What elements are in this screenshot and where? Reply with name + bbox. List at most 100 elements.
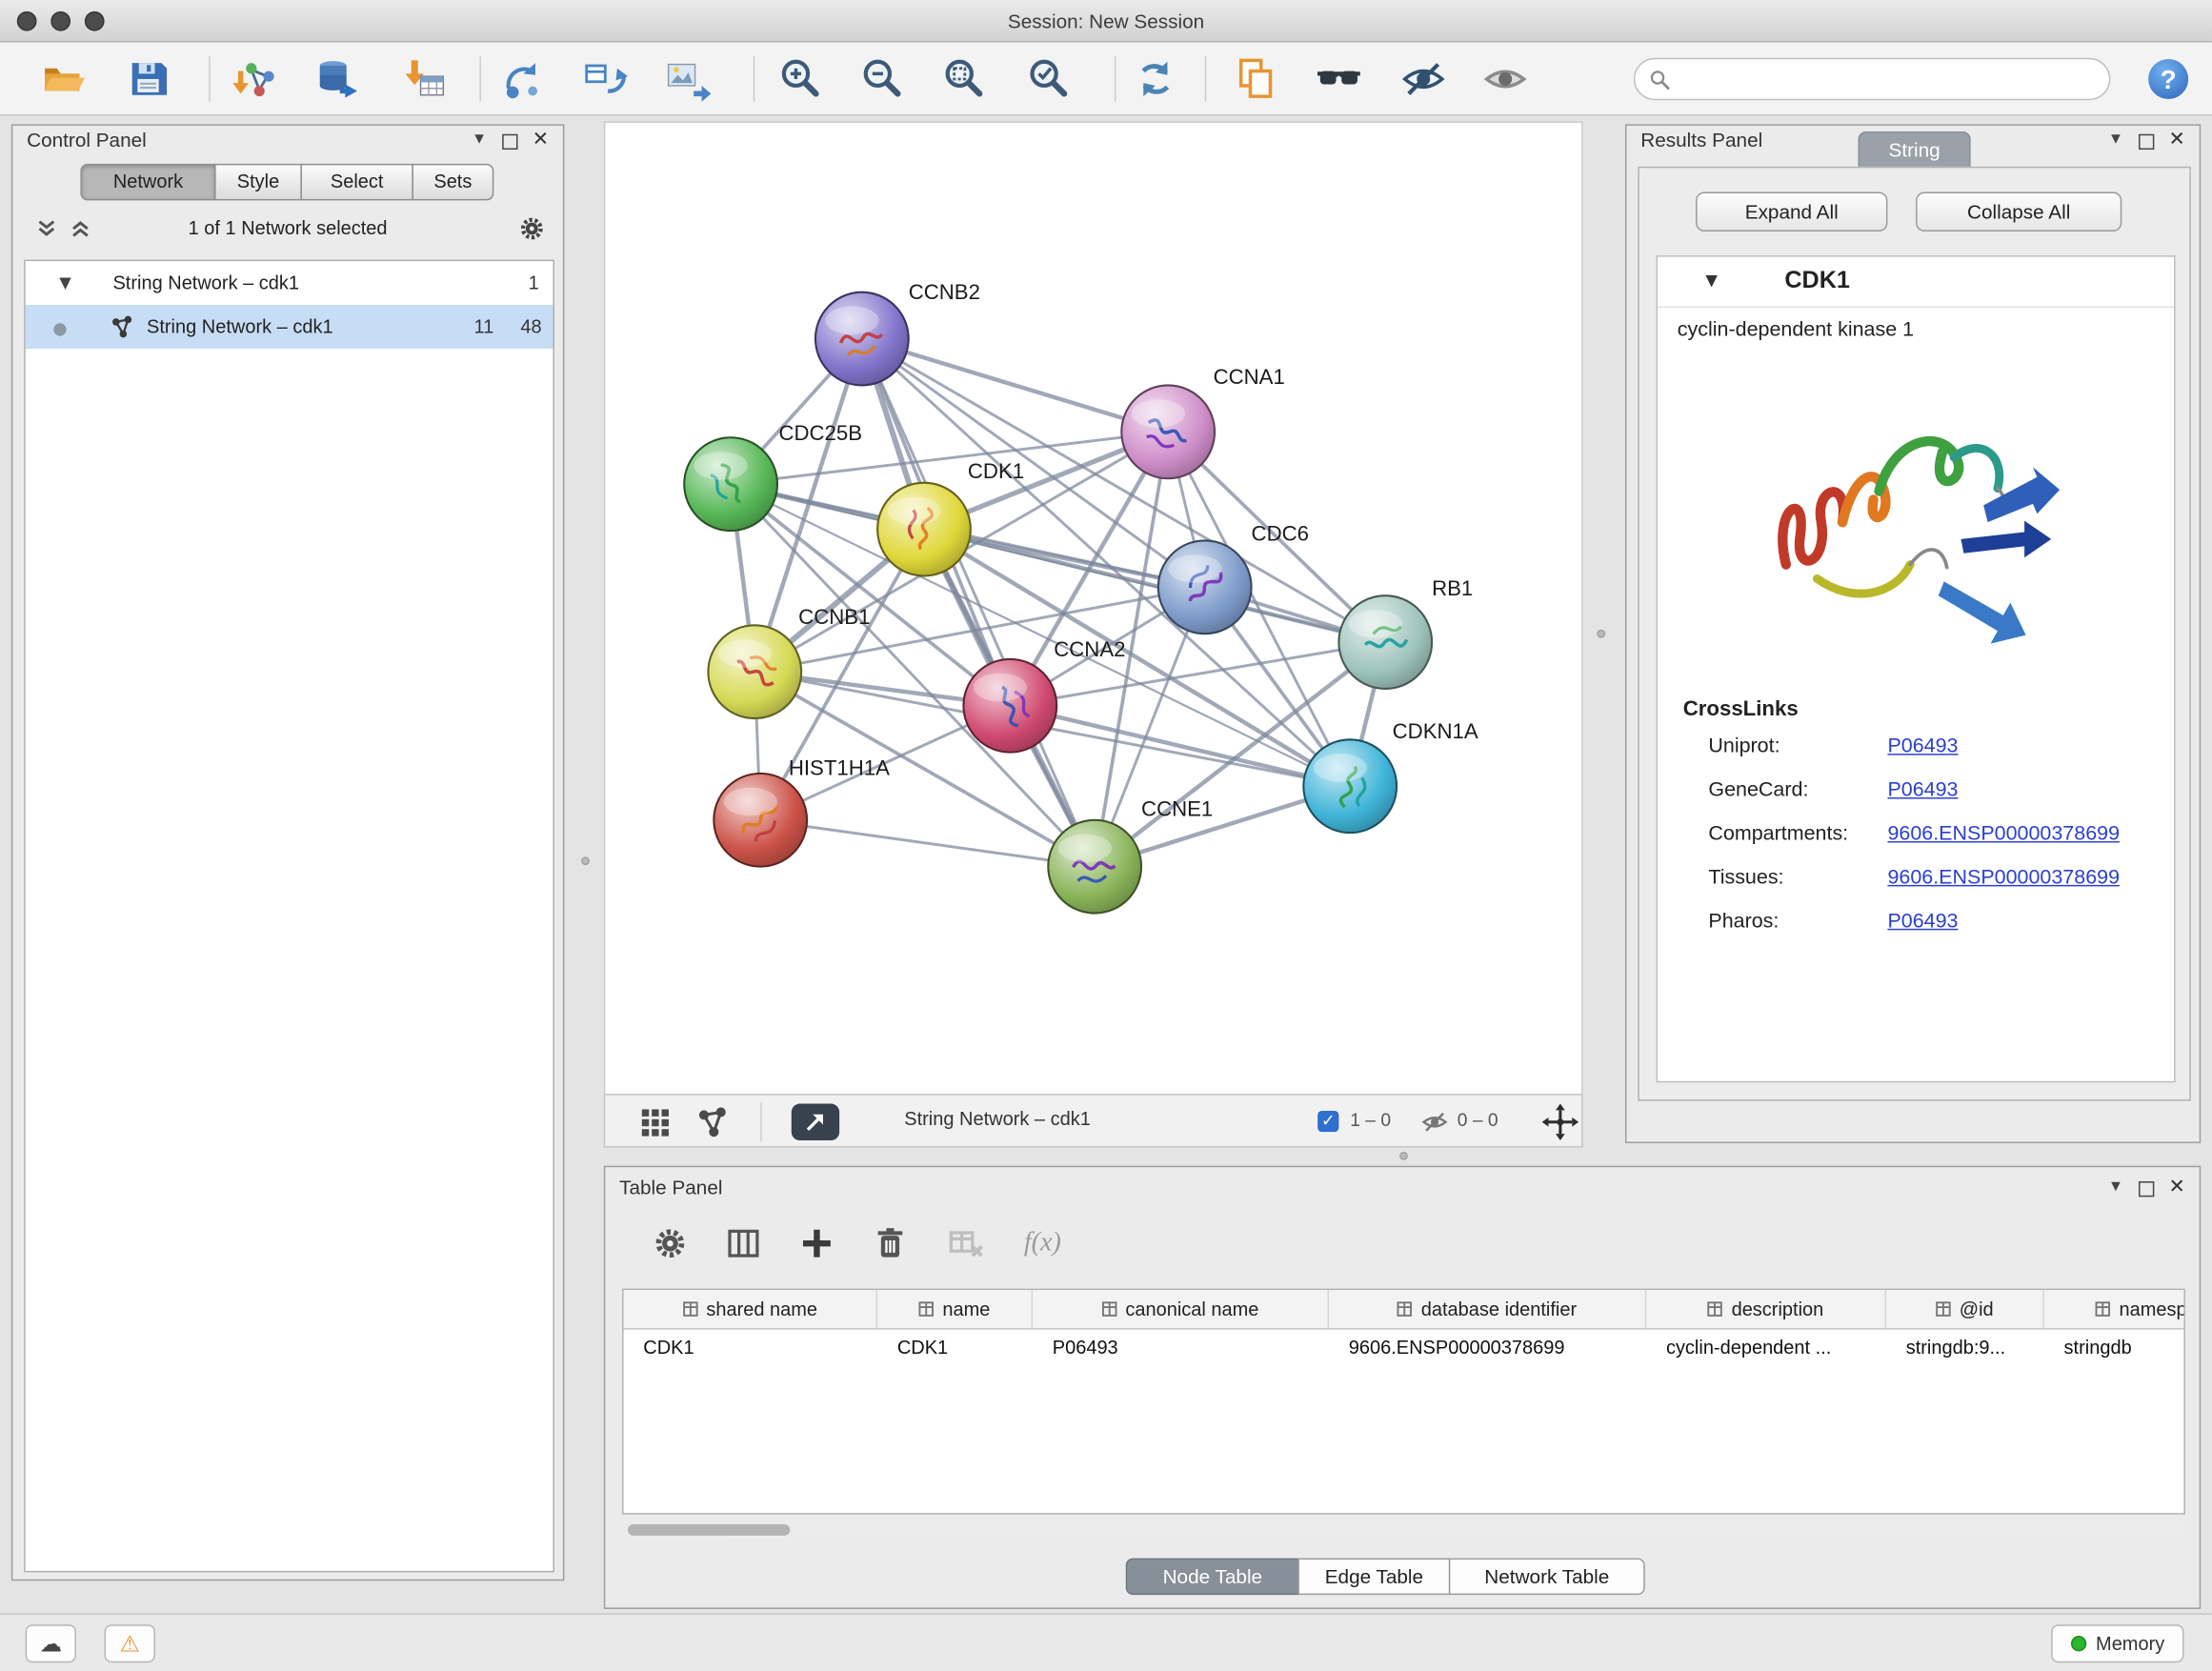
column-header[interactable]: name — [877, 1290, 1033, 1328]
collapse-all-button[interactable]: Collapse All — [1916, 191, 2122, 231]
zoom-out-icon[interactable] — [855, 52, 908, 106]
hide-selected-eye-slash-icon[interactable] — [1397, 52, 1450, 106]
tab-edge-table[interactable]: Edge Table — [1297, 1559, 1450, 1596]
help-icon[interactable]: ? — [2142, 52, 2195, 106]
gene-section-header[interactable]: ▼ CDK1 — [1658, 257, 2174, 308]
column-header[interactable]: database identifier — [1329, 1290, 1646, 1328]
copy-document-icon[interactable] — [1230, 52, 1283, 106]
selection-checkbox-icon[interactable]: ✓ — [1317, 1111, 1338, 1132]
tab-style[interactable]: Style — [214, 164, 302, 201]
show-all-eye-icon[interactable] — [1478, 52, 1532, 106]
network-node-RB1[interactable]: RB1 — [1338, 576, 1473, 689]
network-canvas[interactable]: CCNB2CCNA1CDC25BCDK1CDC6RB1CCNB1CCNA2CDK… — [604, 121, 1583, 1094]
memory-button[interactable]: Memory — [2051, 1624, 2183, 1662]
panel-menu-caret-icon[interactable]: ▾ — [2111, 129, 2121, 150]
grid-view-icon[interactable] — [639, 1105, 674, 1139]
crosslink-link[interactable]: P06493 — [1887, 911, 1958, 934]
network-node-CCNB2[interactable]: CCNB2 — [815, 280, 980, 385]
crosslink-link[interactable]: P06493 — [1887, 779, 1958, 802]
save-session-icon[interactable] — [121, 52, 174, 106]
network-status-dot — [53, 323, 66, 335]
network-tools-icon[interactable] — [496, 52, 550, 106]
tab-network[interactable]: Network — [80, 164, 215, 201]
column-header[interactable]: shared name — [624, 1290, 878, 1328]
search-input[interactable] — [1679, 69, 2095, 90]
table-settings-gear-icon[interactable] — [648, 1220, 693, 1265]
panel-float-icon[interactable] — [2139, 134, 2154, 150]
network-node-HIST1H1A[interactable]: HIST1H1A — [714, 755, 890, 866]
network-node-CDK1[interactable]: CDK1 — [877, 459, 1024, 575]
horizontal-splitter-handle[interactable] — [1399, 1152, 1408, 1160]
panel-menu-caret-icon[interactable]: ▾ — [2111, 1176, 2121, 1197]
column-type-icon — [1398, 1301, 1413, 1317]
network-node-CCNA1[interactable]: CCNA1 — [1121, 365, 1285, 478]
network-node-CCNB1[interactable]: CCNB1 — [708, 605, 870, 718]
network-edge-CDK1-RB1[interactable] — [924, 530, 1385, 643]
pan-crosshair-icon[interactable] — [1542, 1104, 1579, 1141]
hidden-eye-slash-icon[interactable] — [1420, 1108, 1449, 1137]
network-node-CDKN1A[interactable]: CDKN1A — [1303, 719, 1478, 833]
column-header[interactable]: canonical name — [1033, 1290, 1329, 1328]
column-header[interactable]: @id — [1886, 1290, 2044, 1328]
scrollbar-thumb[interactable] — [628, 1524, 790, 1536]
expand-all-button[interactable]: Expand All — [1696, 191, 1887, 231]
delete-column-trash-icon[interactable] — [868, 1220, 913, 1265]
gear-icon[interactable] — [517, 214, 546, 243]
network-row-selected[interactable]: String Network – cdk1 11 48 — [26, 305, 553, 349]
export-image-icon[interactable] — [660, 52, 714, 106]
import-table-icon[interactable] — [398, 52, 452, 106]
crosslink-row: Tissues: 9606.ENSP00000378699 — [1658, 858, 2174, 902]
control-panel-title: Control Panel — [27, 129, 147, 151]
selection-count: 1 – 0 — [1350, 1109, 1391, 1130]
open-in-window-button[interactable] — [792, 1104, 839, 1141]
panel-float-icon[interactable] — [502, 134, 517, 150]
network-graph[interactable]: CCNB2CCNA1CDC25BCDK1CDC6RB1CCNB1CCNA2CDK… — [605, 123, 1584, 1093]
network-share-icon — [111, 314, 134, 338]
tab-node-table[interactable]: Node Table — [1126, 1559, 1299, 1596]
arrow-up-right-icon — [803, 1109, 829, 1135]
table-horizontal-scrollbar[interactable] — [625, 1523, 2182, 1538]
warnings-button[interactable]: ⚠ — [105, 1624, 155, 1662]
network-edge-CCNB2-CCNA1[interactable] — [862, 339, 1168, 433]
toolbar-separator — [480, 56, 481, 101]
tab-select[interactable]: Select — [300, 164, 412, 201]
cell-id: stringdb:9... — [1886, 1330, 2044, 1367]
network-node-label: CCNE1 — [1141, 796, 1213, 820]
panel-float-icon[interactable] — [2139, 1181, 2154, 1197]
tab-network-table[interactable]: Network Table — [1449, 1559, 1645, 1596]
open-session-icon[interactable] — [37, 52, 90, 106]
panel-close-icon[interactable]: ✕ — [533, 129, 549, 151]
add-column-icon[interactable] — [794, 1220, 839, 1265]
graphics-details-glasses-icon[interactable] — [1312, 52, 1365, 106]
table-row[interactable]: CDK1 CDK1 P06493 9606.ENSP00000378699 cy… — [624, 1330, 2184, 1367]
network-edge-CCNB2-CCNE1[interactable] — [862, 339, 1095, 867]
panel-close-icon[interactable]: ✕ — [2169, 1176, 2185, 1198]
zoom-fit-icon[interactable] — [936, 52, 990, 106]
tree-expanded-icon[interactable]: ▼ — [59, 261, 71, 305]
function-builder-icon[interactable]: f(x) — [1012, 1220, 1074, 1265]
import-network-file-icon[interactable] — [229, 52, 282, 106]
panel-menu-caret-icon[interactable]: ▾ — [474, 129, 484, 150]
tab-sets[interactable]: Sets — [412, 164, 493, 201]
crosslink-link[interactable]: P06493 — [1887, 735, 1958, 758]
crosslink-link[interactable]: 9606.ENSP00000378699 — [1887, 823, 2120, 846]
tab-string[interactable]: String — [1858, 131, 1970, 169]
vertical-splitter-handle[interactable] — [1597, 630, 1605, 638]
show-columns-icon[interactable] — [721, 1220, 766, 1265]
zoom-selected-icon[interactable] — [1021, 52, 1075, 106]
cloud-button[interactable]: ☁ — [26, 1624, 76, 1662]
panel-close-icon[interactable]: ✕ — [2169, 129, 2185, 151]
column-header[interactable]: namespace — [2044, 1290, 2185, 1328]
network-from-table-icon[interactable] — [578, 52, 632, 106]
vertical-splitter-handle[interactable] — [581, 856, 590, 865]
delete-table-icon[interactable] — [944, 1220, 989, 1265]
section-expanded-icon[interactable]: ▼ — [1705, 271, 1718, 289]
network-edge-HIST1H1A-CCNE1[interactable] — [760, 820, 1095, 867]
crosslink-link[interactable]: 9606.ENSP00000378699 — [1887, 867, 2120, 890]
network-share-view-icon[interactable] — [695, 1105, 730, 1139]
import-network-database-icon[interactable] — [311, 52, 364, 106]
zoom-in-icon[interactable] — [774, 52, 827, 106]
column-header[interactable]: description — [1646, 1290, 1886, 1328]
network-collection-row[interactable]: ▼ String Network – cdk1 1 — [26, 261, 553, 305]
refresh-icon[interactable] — [1129, 52, 1182, 106]
